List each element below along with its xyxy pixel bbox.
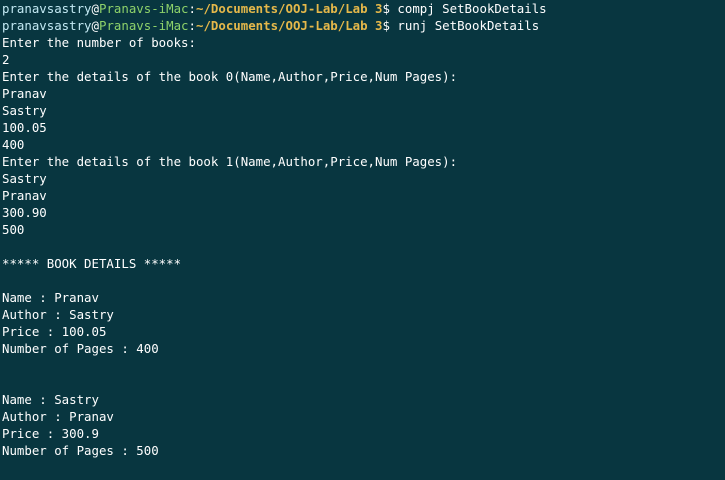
- prompt-path: ~/Documents/OOJ-Lab/Lab 3: [196, 1, 383, 16]
- prompt-line-2: pranavsastry@Pranavs-iMac:~/Documents/OO…: [2, 17, 725, 34]
- prompt-user: pranavsastry: [2, 1, 92, 16]
- output-line: Sastry: [2, 171, 47, 186]
- output-line: Enter the details of the book 1(Name,Aut…: [2, 154, 458, 169]
- output-line: Enter the number of books:: [2, 35, 196, 50]
- prompt-colon: :: [188, 18, 196, 33]
- output-line: Pranav: [2, 86, 47, 101]
- prompt-symbol: $: [382, 18, 398, 33]
- output-line: Enter the details of the book 0(Name,Aut…: [2, 69, 458, 84]
- output-line: ***** BOOK DETAILS *****: [2, 256, 182, 271]
- prompt-colon: :: [188, 1, 196, 16]
- output-line: Pranav: [2, 188, 47, 203]
- command-text: runj SetBookDetails: [397, 18, 540, 33]
- output-line: 300.90: [2, 205, 47, 220]
- output-line: Number of Pages : 500: [2, 443, 159, 458]
- output-line: Author : Sastry: [2, 307, 114, 322]
- output-line: 100.05: [2, 120, 47, 135]
- output-line: 400: [2, 137, 25, 152]
- prompt-path: ~/Documents/OOJ-Lab/Lab 3: [196, 18, 383, 33]
- prompt-user: pranavsastry: [2, 18, 92, 33]
- prompt-symbol: $: [382, 1, 398, 16]
- output-line: Sastry: [2, 103, 47, 118]
- command-text: compj SetBookDetails: [397, 1, 547, 16]
- output-line: Author : Pranav: [2, 409, 114, 424]
- output-line: Price : 300.9: [2, 426, 99, 441]
- prompt-host: Pranavs-iMac: [99, 18, 189, 33]
- prompt-host: Pranavs-iMac: [99, 1, 189, 16]
- output-line: Price : 100.05: [2, 324, 107, 339]
- prompt-at: @: [91, 1, 99, 16]
- output-line: 2: [2, 52, 10, 67]
- output-line: Number of Pages : 400: [2, 341, 159, 356]
- prompt-line-1: pranavsastry@Pranavs-iMac:~/Documents/OO…: [2, 0, 725, 17]
- output-line: Name : Sastry: [2, 392, 99, 407]
- output-line: Name : Pranav: [2, 290, 99, 305]
- terminal-window[interactable]: pranavsastry@Pranavs-iMac:~/Documents/OO…: [0, 0, 725, 480]
- prompt-at: @: [91, 18, 99, 33]
- output-line: 500: [2, 222, 25, 237]
